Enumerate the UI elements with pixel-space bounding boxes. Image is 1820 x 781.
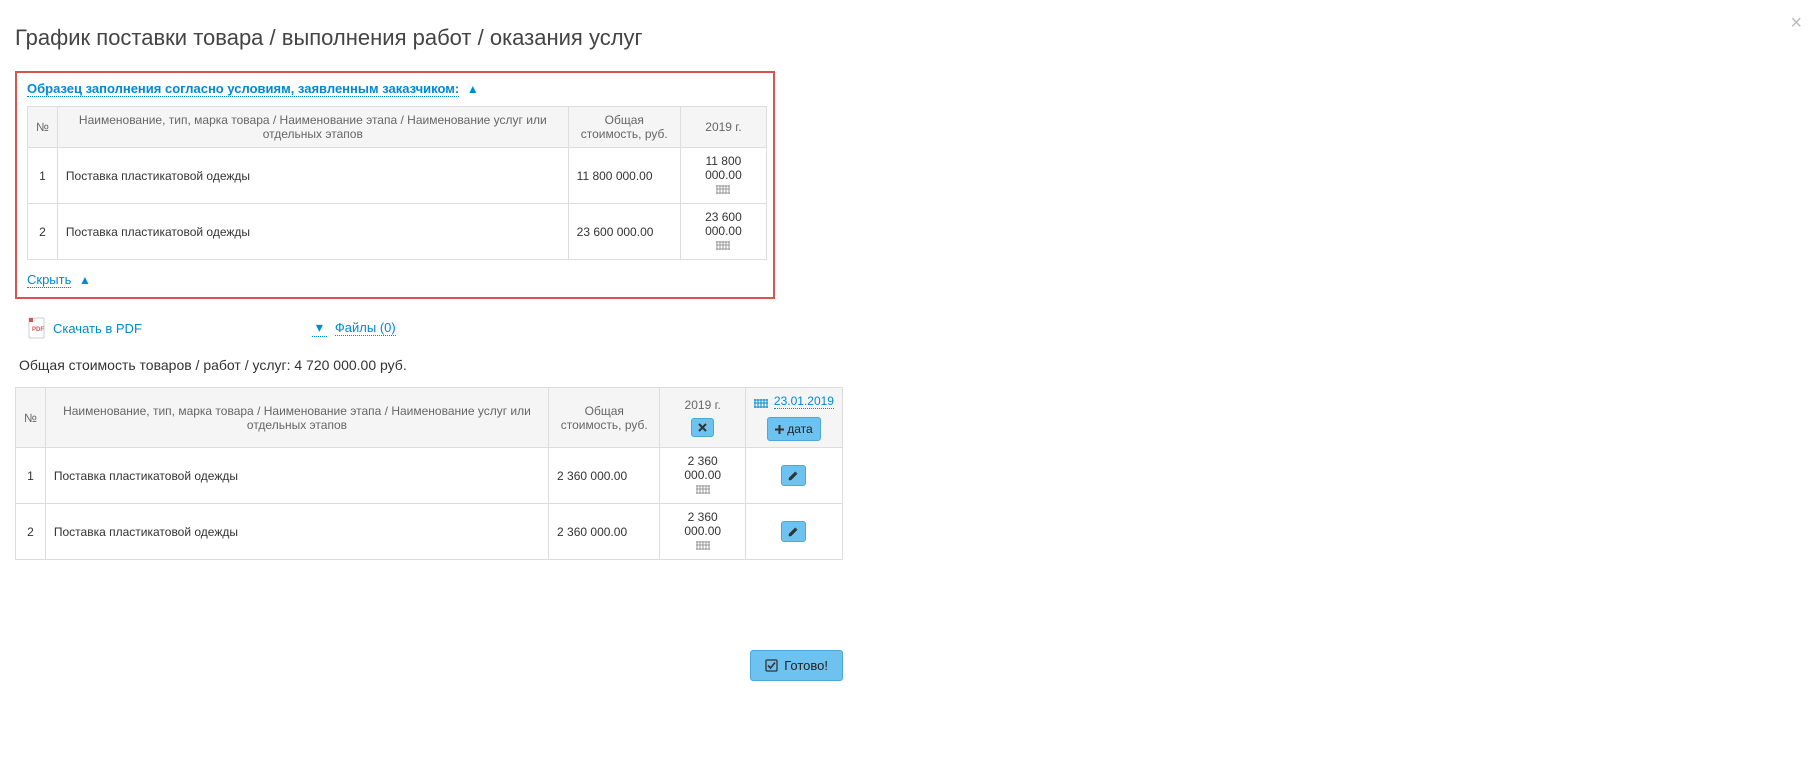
cell-name: Поставка пластикатовой одежды bbox=[57, 204, 568, 260]
sample-col-num: № bbox=[28, 107, 58, 148]
calendar-grid-icon bbox=[754, 399, 768, 408]
plus-icon bbox=[775, 425, 784, 434]
cell-num: 2 bbox=[16, 504, 46, 560]
files-link[interactable]: ▾ Файлы (0) bbox=[312, 319, 396, 337]
cell-edit bbox=[745, 448, 842, 504]
ready-label: Готово! bbox=[784, 658, 828, 673]
ready-wrap: Готово! bbox=[15, 650, 843, 681]
date-link[interactable]: 23.01.2019 bbox=[774, 394, 834, 409]
main-table: № Наименование, тип, марка товара / Наим… bbox=[15, 387, 843, 560]
cell-num: 2 bbox=[28, 204, 58, 260]
calendar-grid-icon bbox=[696, 485, 710, 494]
cell-year-val: 2 360 000.00 bbox=[668, 510, 736, 538]
edit-row-button[interactable] bbox=[781, 521, 806, 542]
add-date-button[interactable]: дата bbox=[767, 417, 820, 441]
table-row: 2 Поставка пластикатовой одежды 23 600 0… bbox=[28, 204, 767, 260]
cell-num: 1 bbox=[28, 148, 58, 204]
sample-col-name: Наименование, тип, марка товара / Наимен… bbox=[57, 107, 568, 148]
pencil-icon bbox=[788, 470, 799, 481]
cell-cost: 11 800 000.00 bbox=[568, 148, 680, 204]
edit-row-button[interactable] bbox=[781, 465, 806, 486]
chevron-up-icon: ▲ bbox=[467, 82, 479, 96]
x-icon bbox=[698, 423, 707, 432]
download-pdf-link[interactable]: PDF Скачать в PDF bbox=[27, 317, 142, 339]
cell-name: Поставка пластикатовой одежды bbox=[45, 448, 548, 504]
ready-button[interactable]: Готово! bbox=[750, 650, 843, 681]
remove-year-button[interactable] bbox=[691, 418, 714, 437]
main-col-year: 2019 г. bbox=[660, 388, 745, 448]
main-col-num: № bbox=[16, 388, 46, 448]
hide-link[interactable]: Скрыть bbox=[27, 272, 71, 288]
cell-name: Поставка пластикатовой одежды bbox=[45, 504, 548, 560]
cell-year: 23 600 000.00 bbox=[680, 204, 766, 260]
close-icon[interactable]: × bbox=[1790, 12, 1802, 35]
table-row: 2 Поставка пластикатовой одежды 2 360 00… bbox=[16, 504, 843, 560]
arrow-down-icon: ▾ bbox=[312, 319, 327, 337]
cell-num: 1 bbox=[16, 448, 46, 504]
pdf-icon: PDF bbox=[27, 317, 47, 339]
download-pdf-label: Скачать в PDF bbox=[53, 321, 142, 336]
calendar-grid-icon bbox=[716, 241, 730, 250]
cell-name: Поставка пластикатовой одежды bbox=[57, 148, 568, 204]
svg-text:PDF: PDF bbox=[32, 327, 44, 333]
sample-section: Образец заполнения согласно условиям, за… bbox=[15, 71, 775, 299]
main-col-cost: Общая стоимость, руб. bbox=[549, 388, 660, 448]
actions-row: PDF Скачать в PDF ▾ Файлы (0) bbox=[27, 317, 1805, 339]
cell-cost: 23 600 000.00 bbox=[568, 204, 680, 260]
total-line: Общая стоимость товаров / работ / услуг:… bbox=[19, 357, 1805, 373]
cell-year: 11 800 000.00 bbox=[680, 148, 766, 204]
check-square-icon bbox=[765, 659, 778, 672]
cell-year-val: 2 360 000.00 bbox=[668, 454, 736, 482]
sample-table: № Наименование, тип, марка товара / Наим… bbox=[27, 106, 767, 260]
cell-year: 2 360 000.00 bbox=[660, 504, 745, 560]
chevron-up-icon: ▲ bbox=[79, 273, 91, 287]
sample-col-cost: Общая стоимость, руб. bbox=[568, 107, 680, 148]
table-row: 1 Поставка пластикатовой одежды 11 800 0… bbox=[28, 148, 767, 204]
table-row: 1 Поставка пластикатовой одежды 2 360 00… bbox=[16, 448, 843, 504]
calendar-grid-icon bbox=[696, 541, 710, 550]
cell-cost: 2 360 000.00 bbox=[549, 504, 660, 560]
cell-year-val: 11 800 000.00 bbox=[689, 154, 758, 182]
cell-year: 2 360 000.00 bbox=[660, 448, 745, 504]
cell-cost: 2 360 000.00 bbox=[549, 448, 660, 504]
pencil-icon bbox=[788, 526, 799, 537]
sample-col-year: 2019 г. bbox=[680, 107, 766, 148]
add-date-label: дата bbox=[787, 422, 812, 436]
cell-year-val: 23 600 000.00 bbox=[689, 210, 758, 238]
main-col-date: 23.01.2019 дата bbox=[745, 388, 842, 448]
page-title: График поставки товара / выполнения рабо… bbox=[15, 25, 1805, 51]
sample-heading-link[interactable]: Образец заполнения согласно условиям, за… bbox=[27, 81, 459, 97]
main-col-name: Наименование, тип, марка товара / Наимен… bbox=[45, 388, 548, 448]
files-label: Файлы (0) bbox=[335, 320, 396, 336]
year-label: 2019 г. bbox=[685, 398, 721, 412]
calendar-grid-icon bbox=[716, 185, 730, 194]
cell-edit bbox=[745, 504, 842, 560]
